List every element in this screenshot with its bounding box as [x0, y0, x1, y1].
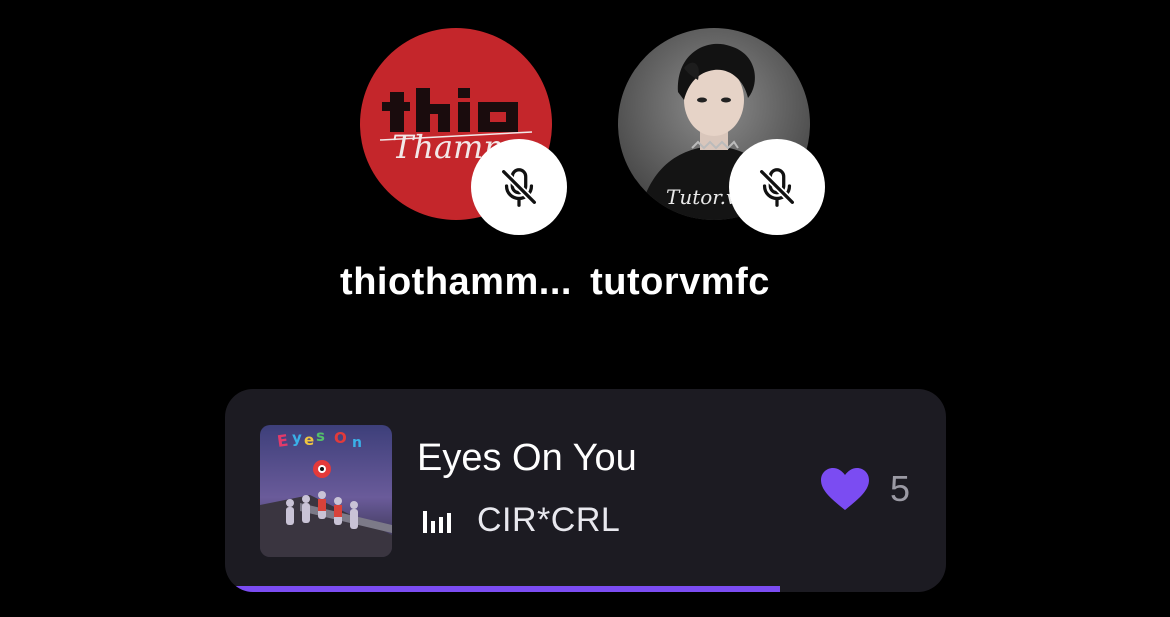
- mic-muted-badge: [471, 139, 567, 235]
- svg-text:n: n: [352, 435, 362, 451]
- mic-muted-icon: [758, 168, 796, 207]
- heart-icon[interactable]: [820, 467, 870, 511]
- track-title: Eyes On You: [417, 437, 637, 479]
- artist-name: CIR*CRL: [477, 501, 621, 539]
- like-count: 5: [889, 468, 910, 509]
- playback-progress-bar[interactable]: [225, 586, 946, 592]
- live-room-view: Thamm thiothamm... Tutor.vm tutorvmfc E …: [0, 0, 1170, 617]
- like-group[interactable]: 5: [820, 467, 910, 511]
- svg-text:s: s: [316, 427, 325, 445]
- playback-progress-fill: [225, 586, 781, 592]
- now-playing-card[interactable]: E y e s O n Eyes On You CIR*CRL 5: [225, 389, 946, 592]
- svg-text:y: y: [292, 429, 302, 447]
- artist-row: CIR*CRL: [423, 501, 620, 540]
- svg-text:O: O: [334, 429, 347, 447]
- album-art: E y e s O n: [260, 425, 392, 557]
- speaker-name: tutorvmfc: [590, 261, 770, 303]
- mic-muted-badge: [729, 139, 825, 235]
- mic-muted-icon: [500, 168, 538, 207]
- speaker-name: thiothamm...: [340, 261, 572, 303]
- svg-text:e: e: [304, 431, 314, 449]
- equalizer-bars-icon: [423, 510, 451, 533]
